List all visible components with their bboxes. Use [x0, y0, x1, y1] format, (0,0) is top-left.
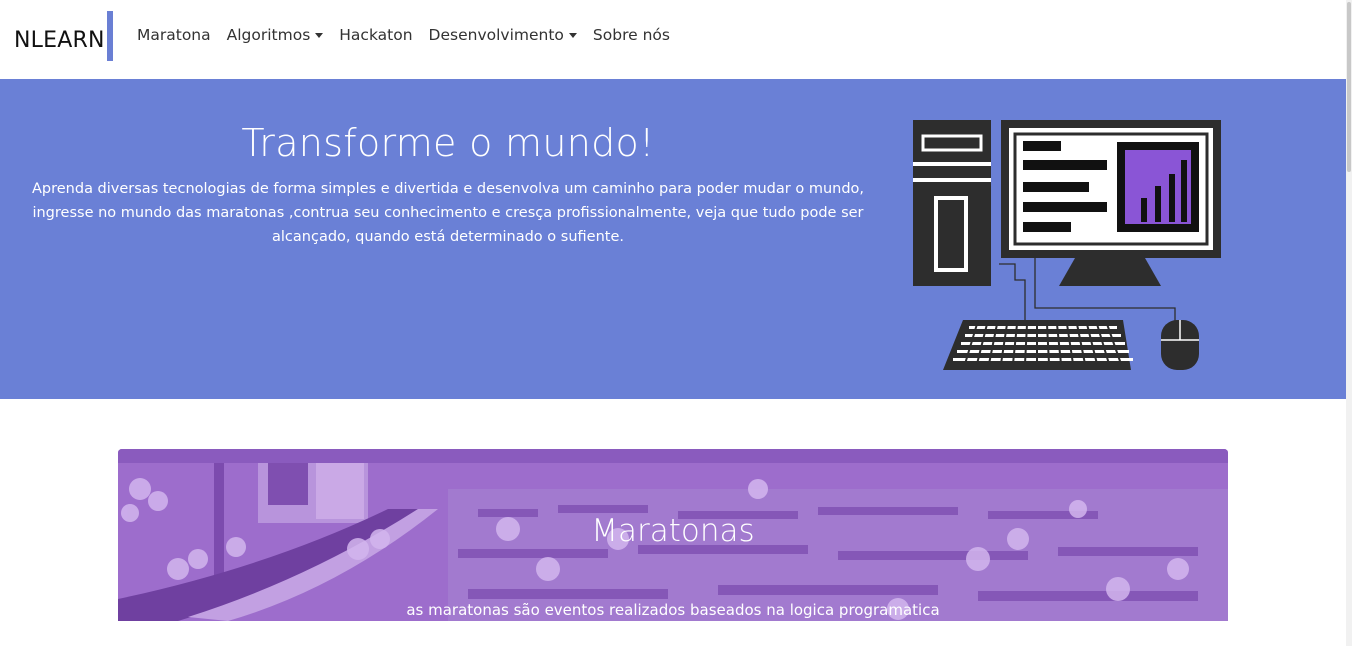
- desktop-computer-illustration: [913, 120, 1221, 370]
- hero-section: Transforme o mundo! Aprenda diversas tec…: [0, 79, 1346, 399]
- nav-item-label: Desenvolvimento: [428, 26, 564, 44]
- nav-item-sobre-nos[interactable]: Sobre nós: [593, 26, 670, 44]
- caret-down-icon: [568, 33, 577, 38]
- hero-title: Transforme o mundo!: [241, 121, 655, 165]
- card-title: Maratonas: [591, 513, 755, 549]
- nav-item-label: Sobre nós: [592, 26, 670, 44]
- scrollbar-thumb[interactable]: [1347, 2, 1351, 172]
- nav-menu: Maratona Algoritmos Hackaton Desenvolvim…: [137, 26, 686, 44]
- card-description: as maratonas são eventos realizados base…: [406, 601, 940, 619]
- brand-accent-bar: [107, 11, 113, 61]
- nav-item-desenvolvimento[interactable]: Desenvolvimento: [429, 26, 577, 44]
- navbar: NLEARN Maratona Algoritmos Hackaton Dese…: [0, 0, 1346, 79]
- nav-item-algoritmos[interactable]: Algoritmos: [227, 26, 324, 44]
- caret-down-icon: [315, 33, 324, 38]
- brand-logo[interactable]: NLEARN: [14, 28, 105, 53]
- maratonas-card[interactable]: Maratonas as maratonas são eventos reali…: [118, 449, 1228, 621]
- hero-description: Aprenda diversas tecnologias de forma si…: [31, 181, 865, 245]
- nav-item-label: Algoritmos: [226, 26, 311, 44]
- nav-item-hackaton[interactable]: Hackaton: [339, 26, 412, 44]
- nav-item-label: Maratona: [137, 26, 211, 44]
- nav-item-maratona[interactable]: Maratona: [137, 26, 211, 44]
- nav-item-label: Hackaton: [339, 26, 413, 44]
